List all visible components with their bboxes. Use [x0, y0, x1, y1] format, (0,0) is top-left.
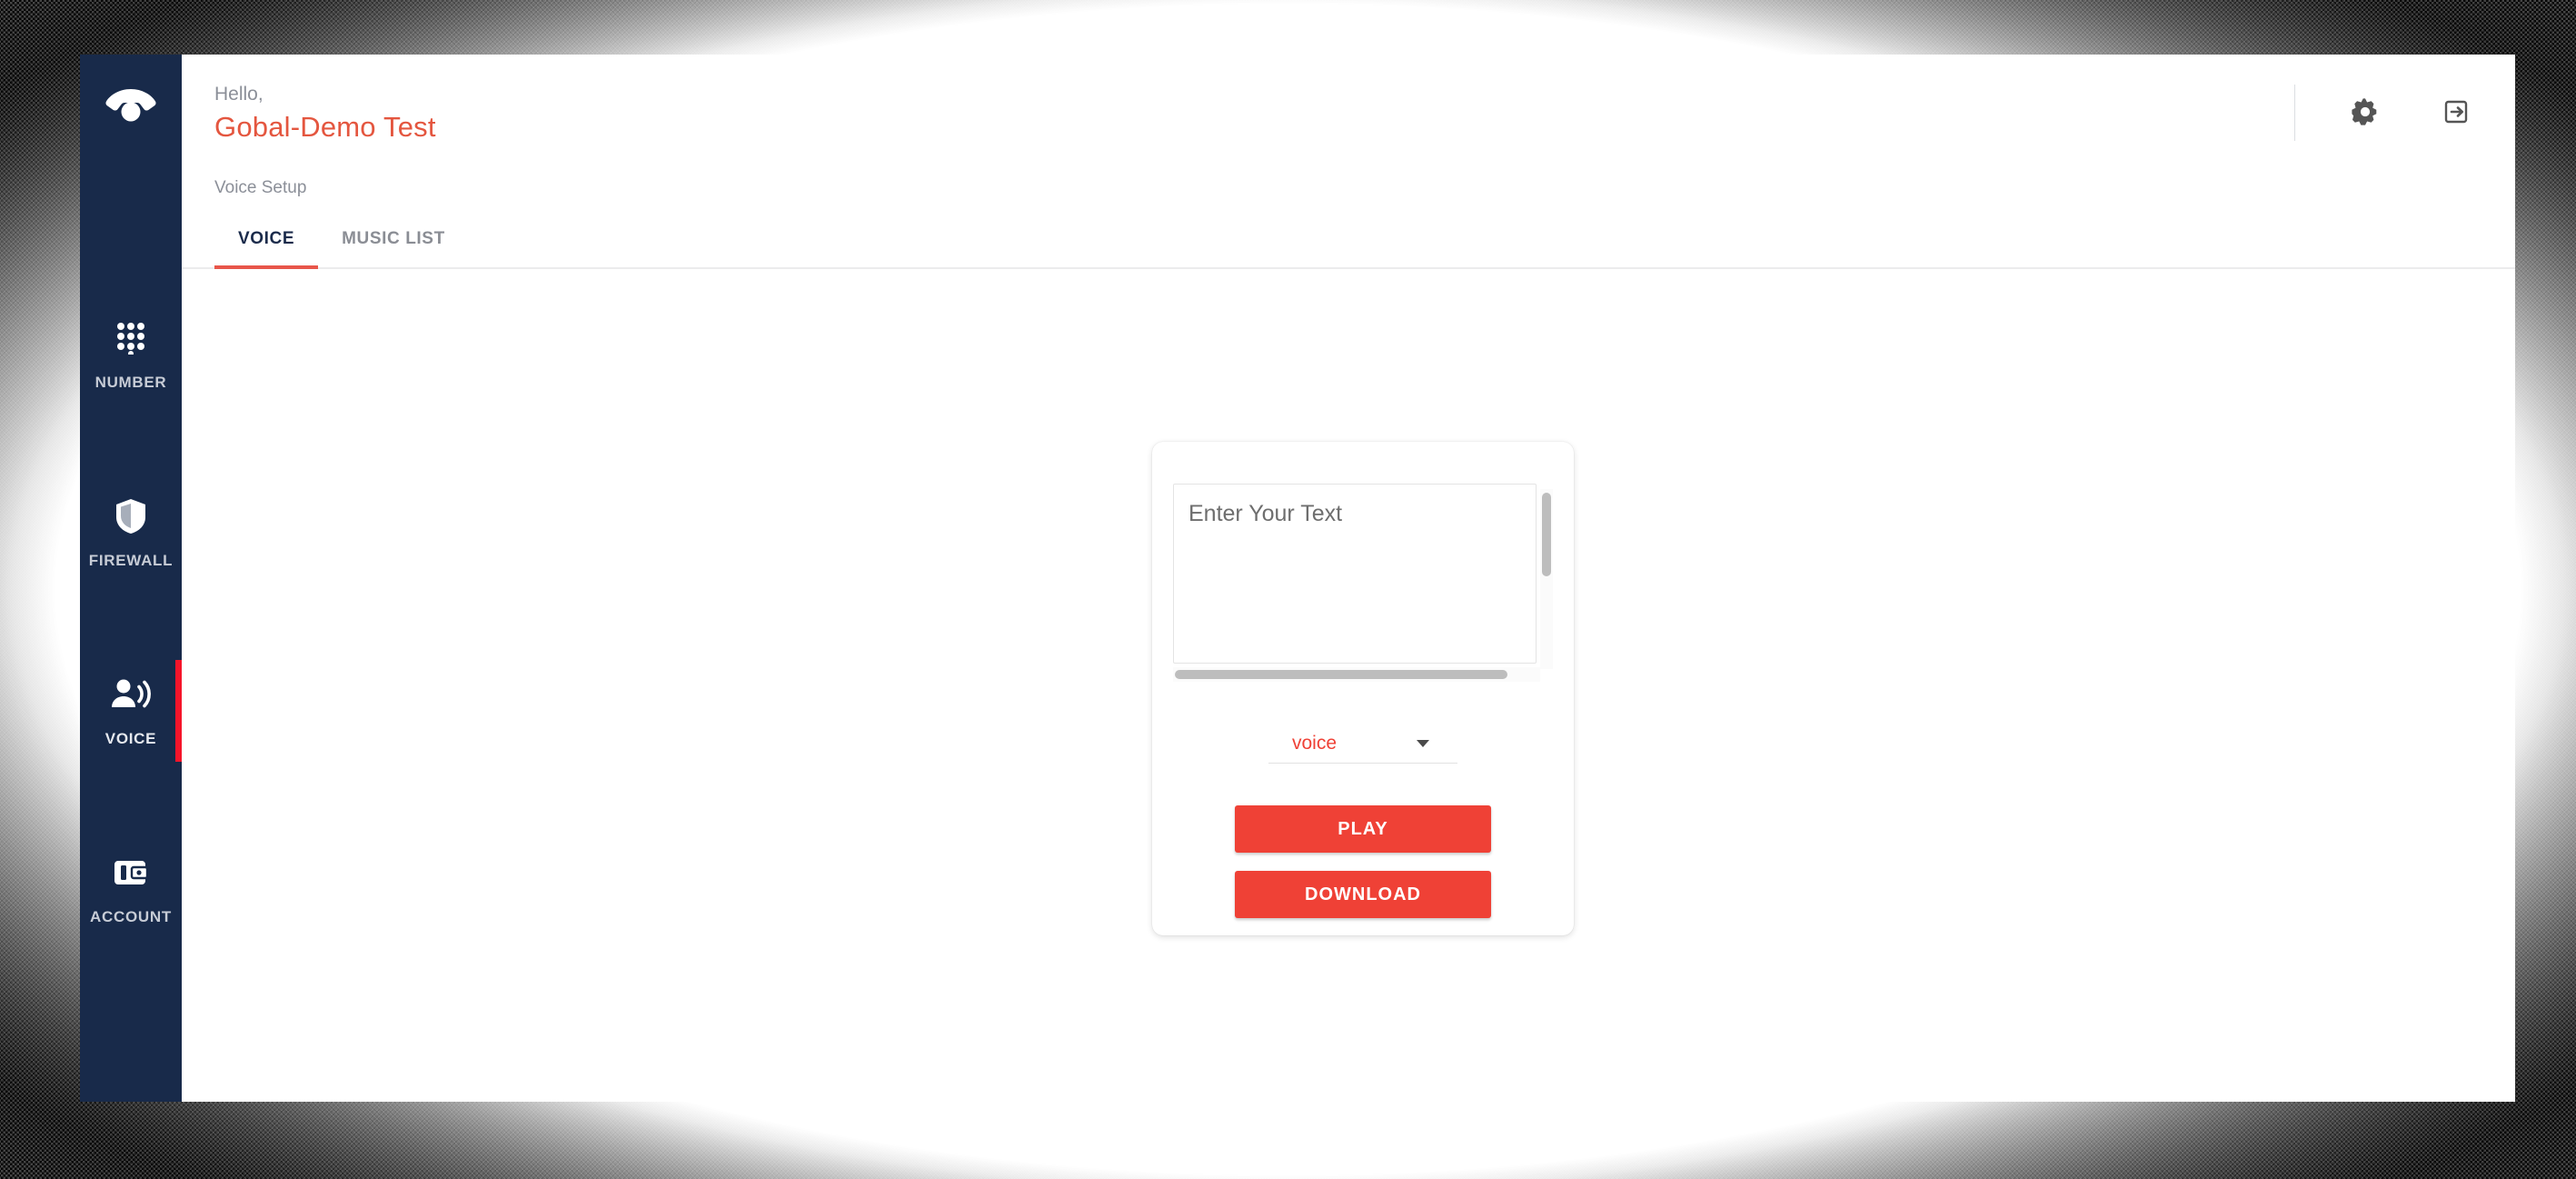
voice-setup-card: voice PLAY DOWNLOAD	[1152, 442, 1574, 935]
voice-person-icon	[111, 674, 151, 715]
main-area: Hello, Gobal-Demo Test Voice Setup VOICE…	[182, 55, 2515, 1102]
sidebar-item-label: FIREWALL	[88, 552, 174, 569]
breadcrumb: Voice Setup	[214, 178, 307, 197]
scrollbar-thumb-vertical[interactable]	[1542, 493, 1551, 576]
logout-button[interactable]	[2428, 85, 2484, 141]
textarea-horizontal-scrollbar[interactable]	[1173, 667, 1540, 682]
top-bar: Hello, Gobal-Demo Test	[182, 55, 2515, 171]
sidebar-item-label: ACCOUNT	[90, 908, 172, 925]
sidebar-item-voice[interactable]: VOICE	[80, 622, 182, 800]
screenshot-root: NUMBER FIREWALL VOICE ACCOUNT Hello, Gob…	[0, 0, 2576, 1179]
greeting-block: Hello, Gobal-Demo Test	[214, 82, 436, 145]
settings-button[interactable]	[2337, 85, 2393, 141]
textarea-vertical-scrollbar[interactable]	[1540, 489, 1553, 669]
tab-voice[interactable]: VOICE	[214, 220, 319, 269]
topbar-actions	[2294, 55, 2484, 171]
sidebar: NUMBER FIREWALL VOICE ACCOUNT	[80, 55, 182, 1102]
sidebar-item-number[interactable]: NUMBER	[80, 265, 182, 444]
sidebar-item-firewall[interactable]: FIREWALL	[80, 444, 182, 622]
brand-logo	[80, 55, 182, 156]
greeting-hello-label: Hello,	[214, 83, 264, 105]
play-button[interactable]: PLAY	[1235, 805, 1491, 853]
sidebar-item-account[interactable]: ACCOUNT	[80, 800, 182, 978]
text-input[interactable]	[1173, 484, 1537, 664]
text-input-wrapper	[1173, 484, 1553, 682]
caret-down-icon	[1416, 739, 1430, 748]
sidebar-item-label: VOICE	[104, 730, 157, 747]
phone-handset-icon	[104, 85, 157, 126]
gear-icon	[2351, 97, 2380, 129]
scrollbar-thumb-horizontal[interactable]	[1175, 670, 1507, 679]
account-name: Gobal-Demo Test	[214, 111, 436, 144]
wallet-icon	[113, 852, 149, 894]
content-area: voice PLAY DOWNLOAD	[182, 269, 2515, 1102]
download-button[interactable]: DOWNLOAD	[1235, 871, 1491, 918]
logout-icon	[2442, 97, 2471, 129]
tab-section: Voice Setup VOICE MUSIC LIST	[182, 171, 2515, 269]
sidebar-item-label: NUMBER	[94, 374, 167, 391]
tab-bar: VOICE MUSIC LIST	[182, 220, 2515, 269]
shield-icon	[114, 495, 147, 537]
sidebar-nav-list: NUMBER FIREWALL VOICE ACCOUNT	[80, 265, 182, 978]
dialpad-icon	[115, 317, 146, 359]
topbar-divider	[2294, 85, 2295, 141]
app-window: NUMBER FIREWALL VOICE ACCOUNT Hello, Gob…	[80, 55, 2515, 1102]
voice-select[interactable]: voice	[1268, 733, 1457, 764]
tab-music-list[interactable]: MUSIC LIST	[318, 220, 469, 267]
voice-select-value: voice	[1292, 733, 1338, 754]
